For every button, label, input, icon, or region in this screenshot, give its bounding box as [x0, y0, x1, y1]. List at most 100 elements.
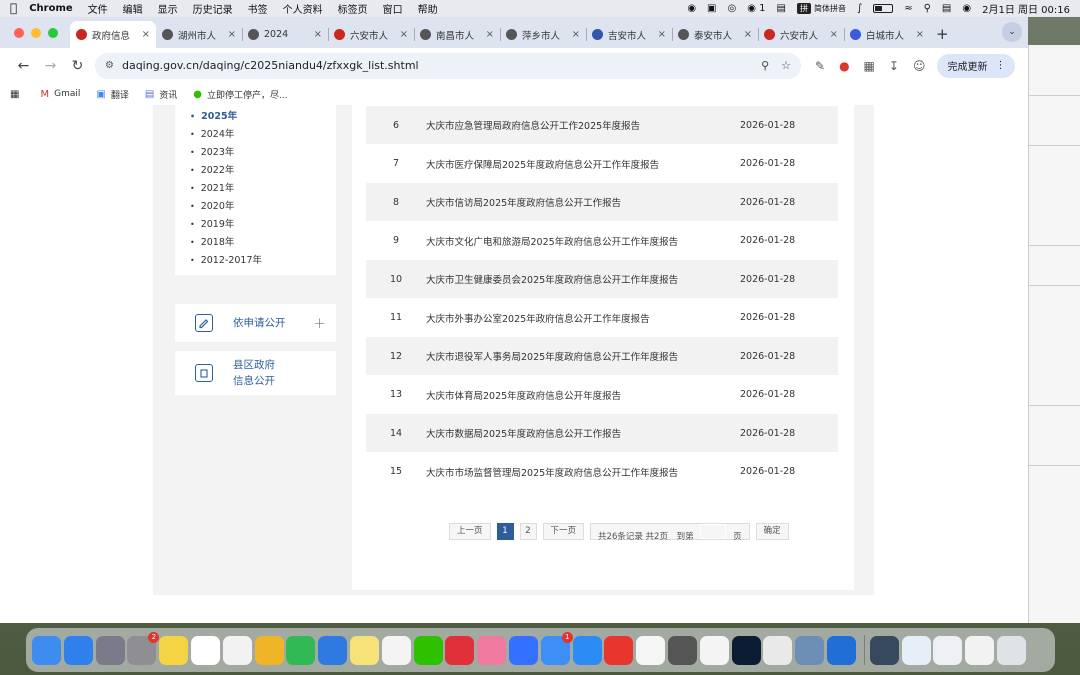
menu-app-name[interactable]: Chrome: [29, 3, 72, 14]
qq-icon[interactable]: [381, 635, 411, 665]
menu-datetime[interactable]: 2月1日 周日 00:16: [982, 1, 1070, 16]
tab-close-icon[interactable]: ×: [228, 29, 236, 40]
numbers-icon[interactable]: [286, 635, 316, 665]
finder-icon[interactable]: [32, 635, 61, 665]
site-info-icon[interactable]: ⚙: [105, 60, 114, 71]
launchpad-icon[interactable]: [95, 635, 125, 665]
menu-help[interactable]: 帮助: [418, 1, 438, 16]
preview-icon[interactable]: [795, 635, 825, 665]
textedit-icon[interactable]: [222, 635, 252, 665]
report-title-link[interactable]: 大庆市应急管理局政府信息公开工作2025年度报告: [426, 118, 740, 132]
trash-icon[interactable]: [996, 635, 1026, 665]
table-row[interactable]: 10 大庆市卫生健康委员会2025年度政府信息公开工作年度报告 2026-01-28: [366, 260, 838, 298]
control-center-icon[interactable]: ▤: [942, 3, 951, 14]
extension-red-icon[interactable]: ●: [839, 59, 849, 73]
year-link-2018[interactable]: 2018年: [190, 234, 235, 248]
tab-1[interactable]: 湖州市人 ×: [156, 21, 242, 48]
battery-icon[interactable]: [873, 4, 894, 13]
profile-icon[interactable]: ☺: [913, 59, 926, 73]
year-link-2020[interactable]: 2020年: [190, 198, 235, 212]
system-settings-icon[interactable]: 2: [127, 631, 160, 665]
close-window-button[interactable]: [14, 28, 24, 38]
menu-tab[interactable]: 标签页: [338, 1, 368, 16]
documents-icon[interactable]: [763, 635, 793, 665]
download-icon[interactable]: ↧: [889, 59, 899, 73]
safari-icon[interactable]: [63, 635, 93, 665]
chrome-icon[interactable]: [699, 635, 729, 665]
wechat-icon[interactable]: [413, 635, 443, 665]
netease-music-icon[interactable]: [445, 635, 475, 665]
bookmark-news[interactable]: ▤ 资讯: [145, 88, 177, 101]
recent-window-1-icon[interactable]: [901, 635, 931, 665]
apple-icon[interactable]: : [10, 0, 17, 17]
new-tab-button[interactable]: +: [936, 21, 949, 48]
report-title-link[interactable]: 大庆市卫生健康委员会2025年度政府信息公开工作年度报告: [426, 272, 740, 286]
tab-search-button[interactable]: ⌄: [1002, 22, 1022, 42]
menu-history[interactable]: 历史记录: [193, 1, 233, 16]
year-link-2019[interactable]: 2019年: [190, 216, 235, 230]
bookmark-gmail[interactable]: M Gmail: [40, 89, 80, 100]
tab-close-icon[interactable]: ×: [486, 29, 494, 40]
tab-close-icon[interactable]: ×: [314, 29, 322, 40]
calculator-icon[interactable]: [667, 635, 697, 665]
address-bar[interactable]: ⚙ daqing.gov.cn/daqing/c2025niandu4/zfxx…: [95, 52, 801, 79]
tab-close-icon[interactable]: ×: [142, 29, 150, 40]
next-page-button[interactable]: 下一页: [542, 523, 585, 540]
year-link-2023[interactable]: 2023年: [190, 144, 235, 158]
tab-0[interactable]: 政府信息 ×: [70, 21, 156, 48]
extensions-puzzle-icon[interactable]: ▦: [864, 59, 875, 73]
spotlight-icon[interactable]: ⚲: [924, 3, 931, 14]
menu-edit[interactable]: 编辑: [123, 1, 143, 16]
prev-page-button[interactable]: 上一页: [449, 523, 491, 540]
report-title-link[interactable]: 大庆市数据局2025年度政府信息公开工作报告: [426, 426, 740, 440]
car-icon[interactable]: ▤: [777, 3, 786, 14]
xcode-icon[interactable]: [826, 635, 856, 665]
lark-icon[interactable]: [508, 635, 538, 665]
tab-close-icon[interactable]: ×: [400, 29, 408, 40]
bookmark-article[interactable]: ● 立即停工停产，尽...: [193, 88, 287, 101]
report-title-link[interactable]: 大庆市文化广电和旅游局2025年政府信息公开工作年度报告: [426, 234, 740, 248]
tab-close-icon[interactable]: ×: [916, 29, 924, 40]
quicktime-icon[interactable]: [869, 635, 899, 665]
table-row[interactable]: 11 大庆市外事办公室2025年政府信息公开工作年度报告 2026-01-28: [366, 299, 838, 337]
page-2-button[interactable]: 2: [519, 523, 537, 540]
year-link-2012-2017[interactable]: 2012-2017年: [190, 252, 262, 266]
year-link-2024[interactable]: 2024年: [190, 126, 235, 140]
confirm-button[interactable]: 确定: [755, 523, 789, 540]
report-title-link[interactable]: 大庆市医疗保障局2025年度政府信息公开工作年度报告: [426, 157, 740, 171]
tab-2[interactable]: 2024 ×: [242, 21, 328, 48]
table-row[interactable]: 8 大庆市信访局2025年度政府信息公开工作报告 2026-01-28: [366, 183, 838, 221]
table-row[interactable]: 12 大庆市退役军人事务局2025年度政府信息公开工作年度报告 2026-01-28: [366, 337, 838, 375]
year-link-2025[interactable]: 2025年: [190, 108, 237, 122]
recent-window-2-icon[interactable]: [933, 635, 963, 665]
photoshop-icon[interactable]: [731, 635, 761, 665]
url-text[interactable]: daqing.gov.cn/daqing/c2025niandu4/zfxxgk…: [122, 59, 749, 72]
menu-file[interactable]: 文件: [88, 1, 108, 16]
tab-close-icon[interactable]: ×: [744, 29, 752, 40]
tab-5[interactable]: 萍乡市人 ×: [500, 21, 586, 48]
bookmark-star-icon[interactable]: ☆: [781, 59, 791, 72]
menu-profiles[interactable]: 个人资料: [283, 1, 323, 16]
tab-7[interactable]: 泰安市人 ×: [672, 21, 758, 48]
menu-bookmarks[interactable]: 书签: [248, 1, 268, 16]
table-row[interactable]: 7 大庆市医疗保障局2025年度政府信息公开工作年度报告 2026-01-28: [366, 145, 838, 183]
report-title-link[interactable]: 大庆市退役军人事务局2025年度政府信息公开工作年度报告: [426, 349, 740, 363]
bilibili-icon[interactable]: [477, 635, 507, 665]
background-window[interactable]: [1028, 45, 1080, 623]
apps-grid-icon[interactable]: ▦: [10, 89, 24, 100]
input-method-label[interactable]: 简体拼音: [814, 3, 846, 14]
zoom-window-button[interactable]: [48, 28, 58, 38]
expand-plus-icon[interactable]: +: [313, 314, 326, 332]
wps-icon[interactable]: [604, 635, 634, 665]
menu-window[interactable]: 窗口: [383, 1, 403, 16]
tab-4[interactable]: 南昌市人 ×: [414, 21, 500, 48]
bluetooth-icon[interactable]: ∫: [857, 3, 862, 14]
back-button[interactable]: ←: [10, 58, 37, 74]
recent-window-3-icon[interactable]: [965, 635, 995, 665]
tab-close-icon[interactable]: ×: [572, 29, 580, 40]
more-menu-icon[interactable]: ⋮: [995, 60, 1005, 71]
year-link-2022[interactable]: 2022年: [190, 162, 235, 176]
table-row[interactable]: 13 大庆市体育局2025年度政府信息公开年度报告 2026-01-28: [366, 376, 838, 414]
goto-page-input[interactable]: [700, 524, 727, 539]
tab-6[interactable]: 吉安市人 ×: [586, 21, 672, 48]
